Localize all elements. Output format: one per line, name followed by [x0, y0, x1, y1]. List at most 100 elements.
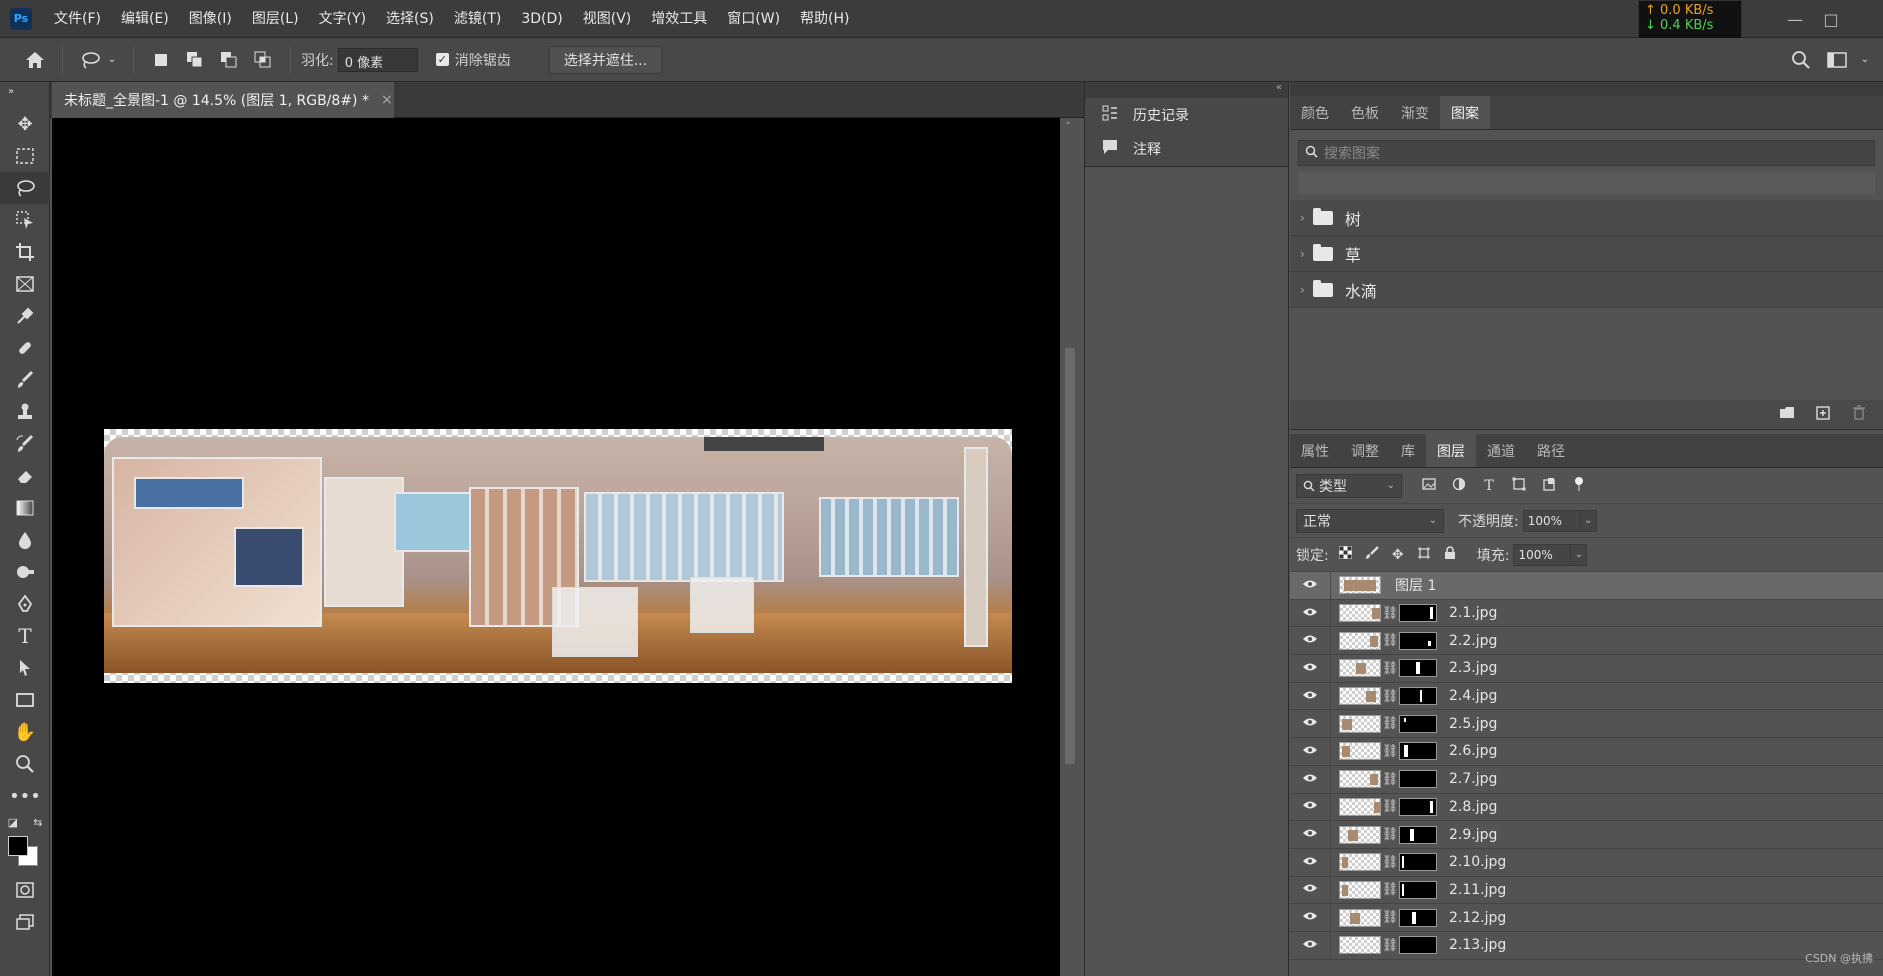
history-brush-tool-icon[interactable]	[0, 428, 50, 460]
zoom-tool-icon[interactable]	[0, 748, 50, 780]
visibility-eye-icon[interactable]	[1290, 578, 1330, 593]
history-panel-button[interactable]: 历史记录	[1085, 98, 1288, 132]
visibility-eye-icon[interactable]	[1290, 744, 1330, 759]
lock-position-icon[interactable]: ✥	[1385, 547, 1411, 563]
select-and-mask-button[interactable]: 选择并遮住...	[548, 45, 663, 74]
type-layer-filter-icon[interactable]: T	[1474, 478, 1504, 494]
tab-adjustments[interactable]: 调整	[1340, 434, 1390, 467]
marquee-tool-icon[interactable]	[0, 140, 50, 172]
visibility-eye-icon[interactable]	[1290, 938, 1330, 953]
opacity-dropdown-icon[interactable]: ⌄	[1580, 509, 1597, 532]
move-tool-icon[interactable]: ✥	[0, 108, 50, 140]
lock-all-icon[interactable]	[1437, 545, 1463, 564]
scroll-up-icon[interactable]: ˄	[1066, 122, 1071, 132]
smart-object-filter-icon[interactable]	[1534, 477, 1564, 495]
layer-mask-thumbnail[interactable]	[1399, 880, 1437, 899]
rectangle-tool-icon[interactable]	[0, 684, 50, 716]
menu-window[interactable]: 窗口(W)	[717, 0, 790, 38]
layer-kind-filter[interactable]: 类型 ⌄	[1296, 473, 1402, 498]
vertical-scrollbar-thumb[interactable]	[1065, 348, 1075, 764]
mask-link-icon[interactable]: ⛓	[1381, 606, 1399, 621]
brush-tool-icon[interactable]	[0, 364, 50, 396]
visibility-eye-icon[interactable]	[1290, 910, 1330, 925]
visibility-eye-icon[interactable]	[1290, 882, 1330, 897]
shape-layer-filter-icon[interactable]	[1504, 477, 1534, 495]
layer-row[interactable]: ⛓ 2.2.jpg	[1290, 627, 1883, 656]
layer-row[interactable]: ⛓ 2.8.jpg	[1290, 793, 1883, 822]
new-selection-icon[interactable]	[150, 49, 172, 71]
tab-patterns[interactable]: 图案	[1440, 96, 1490, 129]
pattern-search-input[interactable]: 搜索图案	[1298, 140, 1875, 166]
lock-transparent-pixels-icon[interactable]	[1333, 546, 1359, 563]
visibility-eye-icon[interactable]	[1290, 772, 1330, 787]
visibility-eye-icon[interactable]	[1290, 855, 1330, 870]
mask-link-icon[interactable]: ⛓	[1381, 633, 1399, 648]
workspace-icon[interactable]	[1826, 49, 1848, 71]
mask-link-icon[interactable]: ⛓	[1381, 827, 1399, 842]
antialias-checkbox[interactable]: ✓	[435, 53, 449, 66]
layer-mask-thumbnail[interactable]	[1399, 908, 1437, 927]
collapse-panel-icon[interactable]: «	[1276, 82, 1282, 93]
add-selection-icon[interactable]	[184, 49, 206, 71]
tab-properties[interactable]: 属性	[1290, 434, 1340, 467]
adjustment-layer-filter-icon[interactable]	[1444, 477, 1474, 495]
path-selection-tool-icon[interactable]	[0, 652, 50, 684]
layer-mask-thumbnail[interactable]	[1399, 797, 1437, 816]
layer-mask-thumbnail[interactable]	[1399, 825, 1437, 844]
hand-tool-icon[interactable]: ✋	[0, 716, 50, 748]
minimize-icon[interactable]: —	[1780, 6, 1810, 32]
pattern-group-trees[interactable]: › 树	[1290, 200, 1883, 236]
foreground-color-swatch[interactable]	[8, 836, 28, 856]
close-icon[interactable]: ×	[381, 92, 393, 108]
more-tools-icon[interactable]: •••	[0, 780, 50, 812]
mask-link-icon[interactable]: ⛓	[1381, 661, 1399, 676]
pattern-group-grass[interactable]: › 草	[1290, 236, 1883, 272]
tab-swatches[interactable]: 色板	[1340, 96, 1390, 129]
layer-row[interactable]: ⛓ 2.9.jpg	[1290, 821, 1883, 849]
subtract-selection-icon[interactable]	[218, 49, 240, 71]
notes-panel-button[interactable]: 注释	[1085, 132, 1288, 166]
gradient-tool-icon[interactable]	[0, 492, 50, 524]
new-pattern-icon[interactable]	[1805, 405, 1841, 424]
visibility-eye-icon[interactable]	[1290, 661, 1330, 676]
layer-row[interactable]: 图层 1	[1290, 572, 1883, 600]
quick-mask-icon[interactable]	[0, 874, 50, 906]
layer-mask-thumbnail[interactable]	[1399, 714, 1437, 733]
mask-link-icon[interactable]: ⛓	[1381, 772, 1399, 787]
maximize-icon[interactable]: □	[1816, 6, 1846, 32]
fill-dropdown-icon[interactable]: ⌄	[1571, 543, 1588, 566]
lasso-tool-preset-icon[interactable]	[79, 49, 101, 71]
menu-file[interactable]: 文件(F)	[44, 0, 111, 38]
layer-row[interactable]: ⛓ 2.3.jpg	[1290, 655, 1883, 683]
mask-link-icon[interactable]: ⛓	[1381, 855, 1399, 870]
document-tab[interactable]: 未标题_全景图-1 @ 14.5% (图层 1, RGB/8#) * ×	[52, 82, 394, 118]
chevron-right-icon[interactable]: ›	[1300, 247, 1305, 261]
fill-input[interactable]: 100%	[1513, 543, 1572, 566]
menu-edit[interactable]: 编辑(E)	[111, 0, 179, 38]
menu-layer[interactable]: 图层(L)	[242, 0, 309, 38]
menu-type[interactable]: 文字(Y)	[309, 0, 376, 38]
expand-toolbar-icon[interactable]: »	[0, 82, 50, 100]
mask-link-icon[interactable]: ⛓	[1381, 910, 1399, 925]
mask-link-icon[interactable]: ⛓	[1381, 799, 1399, 814]
eyedropper-tool-icon[interactable]	[0, 300, 50, 332]
mask-link-icon[interactable]: ⛓	[1381, 744, 1399, 759]
layer-row[interactable]: ⛓ 2.1.jpg	[1290, 599, 1883, 628]
new-group-folder-icon[interactable]	[1769, 406, 1805, 423]
layer-mask-thumbnail[interactable]	[1399, 853, 1437, 872]
visibility-eye-icon[interactable]	[1290, 827, 1330, 842]
menu-view[interactable]: 视图(V)	[573, 0, 642, 38]
color-swatches[interactable]	[0, 832, 50, 874]
pattern-group-water-drops[interactable]: › 水滴	[1290, 272, 1883, 308]
mask-link-icon[interactable]: ⛓	[1381, 882, 1399, 897]
layer-mask-thumbnail[interactable]	[1399, 604, 1437, 623]
lock-image-pixels-icon[interactable]	[1359, 545, 1385, 564]
pixel-layer-filter-icon[interactable]	[1414, 477, 1444, 494]
visibility-eye-icon[interactable]	[1290, 799, 1330, 814]
tab-layers[interactable]: 图层	[1426, 434, 1476, 467]
dodge-tool-icon[interactable]	[0, 556, 50, 588]
vertical-scrollbar[interactable]: ˄	[1060, 118, 1084, 976]
menu-filter[interactable]: 滤镜(T)	[444, 0, 511, 38]
layer-row[interactable]: ⛓ 2.12.jpg	[1290, 904, 1883, 932]
menu-image[interactable]: 图像(I)	[179, 0, 242, 38]
